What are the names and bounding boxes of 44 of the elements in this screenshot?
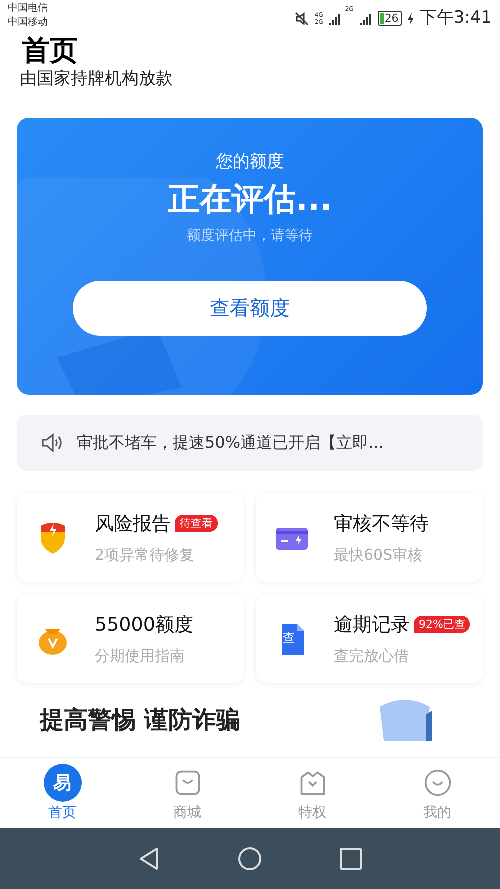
mute-icon (294, 10, 310, 27)
page-subtitle: 由国家持牌机构放款 (20, 68, 174, 90)
charging-icon (406, 12, 415, 25)
service-card[interactable]: 查 逾期记录 92%已查 查完放心借 (256, 595, 483, 683)
status-badge: 92%已查 (414, 616, 470, 634)
carrier-name: 中国电信 (8, 2, 48, 16)
speaker-icon (41, 433, 63, 453)
service-subtitle: 查完放心借 (334, 646, 410, 667)
service-card[interactable]: 审核不等待 最快60S审核 (256, 494, 483, 582)
credit-label: 您的额度 (216, 151, 284, 174)
carrier-name: 中国移动 (8, 16, 48, 30)
service-card[interactable]: 55000额度 分期使用指南 (17, 595, 244, 683)
credit-hint: 额度评估中，请等待 (187, 226, 313, 246)
signal-icon (358, 12, 371, 25)
status-badge: 待查看 (175, 515, 218, 532)
service-title: 55000额度 (95, 612, 194, 638)
signal-icon (328, 12, 340, 25)
recents-icon (340, 848, 362, 870)
service-title: 逾期记录 (334, 612, 410, 638)
clock-time: 下午3:41 (420, 7, 492, 30)
service-title: 审核不等待 (334, 512, 429, 536)
section-title: 提高警惕 谨防诈骗 (40, 705, 240, 735)
service-subtitle: 分期使用指南 (95, 646, 186, 667)
service-subtitle: 2项异常待修复 (95, 545, 196, 566)
notice-bar[interactable]: 审批不堵车，提速50%通道已开启【立即... (17, 415, 483, 471)
home-icon: 易 (44, 764, 82, 802)
home-button-icon (238, 846, 262, 870)
battery-fill (380, 13, 384, 24)
tab-label: 商城 (174, 804, 202, 822)
service-title: 风险报告 (95, 512, 171, 536)
battery-level: 26 (384, 12, 399, 26)
smile-icon (422, 768, 452, 798)
notice-text: 审批不堵车，提速50%通道已开启【立即... (77, 432, 384, 454)
service-card[interactable]: 风险报告 待查看 2项异常待修复 (17, 494, 244, 582)
tab-label: 我的 (424, 804, 452, 822)
back-icon (138, 846, 160, 870)
tab-label: 特权 (298, 804, 326, 822)
view-credit-button[interactable]: 查看额度 (73, 280, 427, 336)
page-title: 首页 (21, 34, 79, 68)
service-subtitle: 最快60S审核 (334, 545, 424, 566)
tab-item[interactable]: 易 首页 (0, 758, 125, 828)
icon-glyph: 查 (283, 631, 295, 645)
credit-status: 正在评估... (168, 178, 332, 220)
tab-label: 首页 (48, 804, 76, 822)
